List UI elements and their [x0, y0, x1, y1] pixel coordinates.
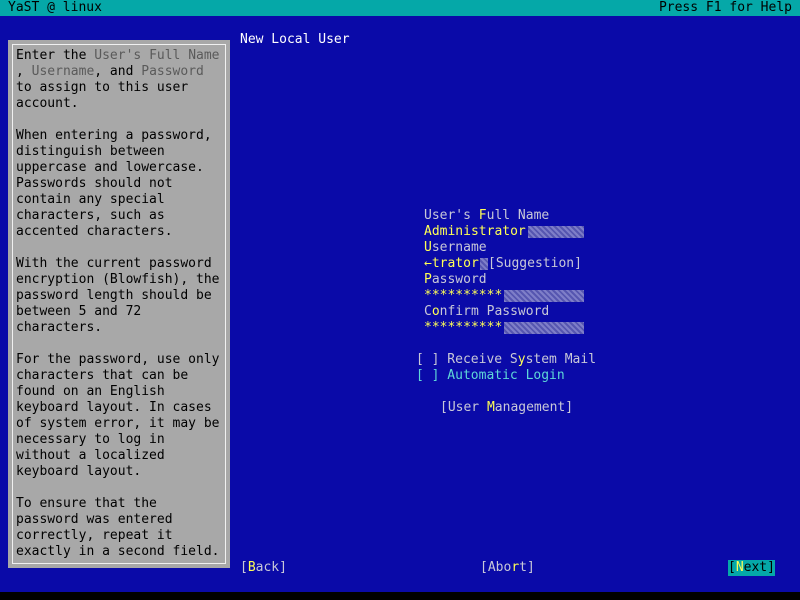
help-line: password was entered: [16, 512, 173, 527]
help-line: [16, 480, 232, 496]
help-line: characters, such as: [16, 208, 165, 223]
help-line: correctly, repeat it: [16, 528, 173, 543]
help-line: For the password, use only: [16, 352, 220, 367]
abort-button[interactable]: [Abort]: [480, 560, 535, 576]
bottom-strip: [0, 592, 800, 600]
password-input-fill: [504, 290, 584, 302]
help-line: keyboard layout.: [16, 464, 142, 479]
username-input[interactable]: ←trator: [424, 256, 488, 272]
help-hint: Press F1 for Help: [658, 0, 792, 15]
help-line: contain any special: [16, 192, 165, 207]
help-line: found on an English: [16, 384, 165, 399]
help-line: password length should be: [16, 288, 212, 303]
help-line: accented characters.: [16, 224, 173, 239]
help-line: To ensure that the: [16, 496, 157, 511]
confirm-password-input-fill: [504, 322, 584, 334]
back-button[interactable]: [Back]: [240, 560, 287, 576]
password-label: Password: [424, 272, 487, 287]
full-name-label: User's Full Name: [424, 208, 550, 223]
full-name-input[interactable]: Administrator: [424, 224, 584, 240]
help-line: [16, 112, 232, 128]
help-line: exactly in a second field.: [16, 544, 220, 559]
help-line: to assign to this user: [16, 80, 189, 95]
help-line: encryption (Blowfish), the: [16, 272, 220, 287]
help-line: Enter the User's Full Name: [16, 48, 220, 63]
window-title-bar: YaST @ linux Press F1 for Help: [0, 0, 800, 16]
password-input[interactable]: **********: [424, 288, 584, 304]
help-line: Passwords should not: [16, 176, 173, 191]
confirm-password-value: **********: [424, 320, 503, 335]
confirm-password-input[interactable]: **********: [424, 320, 584, 336]
user-management-button[interactable]: [User Management]: [440, 400, 573, 416]
next-button[interactable]: [Next]: [728, 560, 775, 576]
receive-system-mail-checkbox[interactable]: [ ] Receive System Mail: [416, 352, 596, 368]
help-line: of system error, it may be: [16, 416, 220, 431]
full-name-value: Administrator: [424, 224, 526, 239]
help-line: , Username, and Password: [16, 64, 204, 79]
help-line: characters that can be: [16, 368, 189, 383]
username-value: ←trator: [424, 256, 479, 271]
full-name-input-fill: [528, 226, 584, 238]
help-line: necessary to log in: [16, 432, 165, 447]
help-text: Enter the User's Full Name, Username, an…: [16, 48, 232, 560]
help-line: between 5 and 72: [16, 304, 142, 319]
dialog-title: New Local User: [240, 32, 350, 47]
help-line: With the current password: [16, 256, 212, 271]
help-line: [16, 240, 232, 256]
suggestion-button[interactable]: [Suggestion]: [488, 256, 582, 272]
password-value: **********: [424, 288, 503, 303]
help-line: When entering a password,: [16, 128, 212, 143]
help-line: [16, 336, 232, 352]
username-label: Username: [424, 240, 487, 255]
help-line: uppercase and lowercase.: [16, 160, 204, 175]
automatic-login-checkbox[interactable]: [ ] Automatic Login: [416, 368, 565, 384]
confirm-password-label: Confirm Password: [424, 304, 550, 319]
help-line: distinguish between: [16, 144, 165, 159]
window-title: YaST @ linux: [8, 0, 102, 15]
help-line: account.: [16, 96, 79, 111]
help-line: characters.: [16, 320, 103, 335]
help-line: without a localized: [16, 448, 165, 463]
help-panel[interactable]: Enter the User's Full Name, Username, an…: [8, 40, 230, 568]
help-line: keyboard layout. In cases: [16, 400, 212, 415]
username-input-fill: [480, 258, 488, 270]
